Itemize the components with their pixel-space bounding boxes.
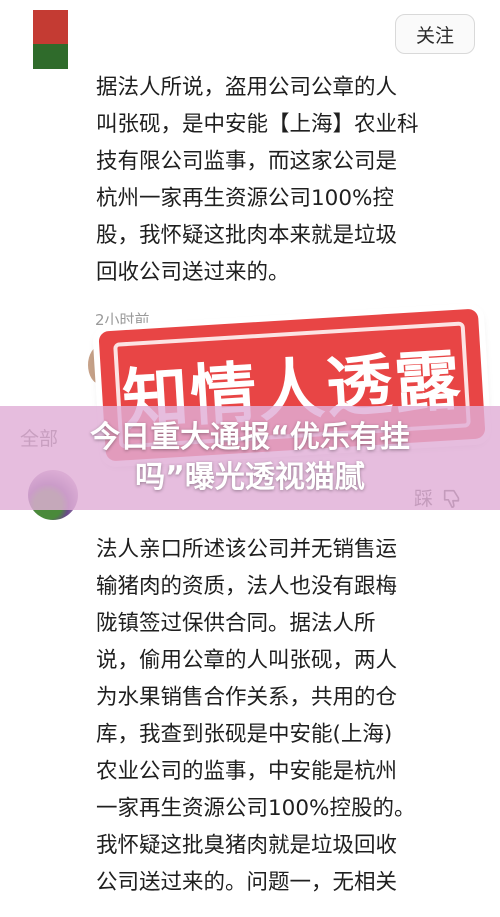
comment-line: 为水果销售合作关系，共用的仓 xyxy=(96,685,398,710)
comment-text: 法人亲口所述该公司并无销售运 输猪肉的资质，法人也没有跟梅 陇镇签过保供合同。据… xyxy=(96,531,415,901)
banner-line: 吗”曝光透视猫腻 xyxy=(135,460,365,495)
comment-line: 陇镇签过保供合同。据法人所 xyxy=(96,611,376,636)
comment-line: 农业公司的监事，中安能是杭州 xyxy=(96,759,398,784)
comment-timestamp: 2小时前 xyxy=(95,311,150,329)
comment-line: 输猪肉的资质，法人也没有跟梅 xyxy=(96,574,398,599)
promo-banner-title[interactable]: 今日重大通报“优乐有挂 吗”曝光透视猫腻 xyxy=(0,406,500,510)
comment-line: 法人亲口所述该公司并无销售运 xyxy=(96,537,398,562)
comment-text: 据法人所说，盗用公司公章的人 叫张砚，是中安能【上海】农业科 技有限公司监事，而… xyxy=(96,69,419,291)
comment-line: 股，我怀疑这批肉本来就是垃圾 xyxy=(96,223,398,248)
comment-line: 说，偷用公章的人叫张砚，两人 xyxy=(96,648,398,673)
comment-line: 叫张砚，是中安能【上海】农业科 xyxy=(96,112,419,137)
banner-line: 今日重大通报“优乐有挂 xyxy=(90,420,410,455)
comment-line: 我怀疑这批臭猪肉就是垃圾回收 xyxy=(96,833,398,858)
comment-line: 库，我查到张砚是中安能(上海) xyxy=(96,722,393,747)
comment-line: 据法人所说，盗用公司公章的人 xyxy=(96,75,398,100)
comment-line: 技有限公司监事，而这家公司是 xyxy=(96,149,398,174)
comment-line: 一家再生资源公司100%控股的。 xyxy=(96,796,416,821)
comment-line: 杭州一家再生资源公司100%控 xyxy=(96,186,394,211)
avatar[interactable] xyxy=(33,10,68,69)
comment-line: 公司送过来的。问题一，无相关 xyxy=(96,870,398,895)
avatar-bottom-block xyxy=(33,44,68,69)
comment-line: 回收公司送过来的。 xyxy=(96,260,290,285)
avatar-top-block xyxy=(33,10,68,44)
follow-button[interactable]: 关注 xyxy=(395,14,475,54)
